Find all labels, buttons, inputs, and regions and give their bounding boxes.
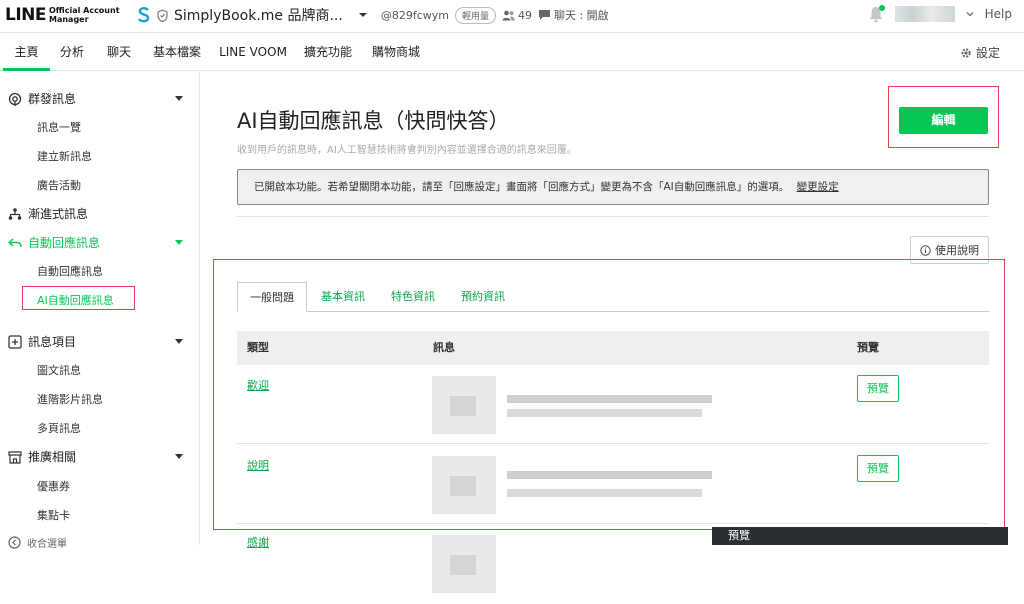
page-title: AI自動回應訊息（快問快答） — [237, 109, 510, 133]
tab-analytics[interactable]: 分析 — [54, 34, 90, 71]
gear-icon — [961, 47, 971, 58]
message-text-blurred — [507, 409, 702, 417]
table-header: 類型 訊息 預覽 — [237, 331, 989, 365]
tab-general-questions[interactable]: 一般問題 — [237, 282, 307, 312]
sidebar-section-message-items[interactable]: 訊息項目 — [8, 333, 76, 350]
sidebar-item-ads[interactable]: 廣告活動 — [37, 177, 81, 193]
sidebar-item-rich-video[interactable]: 進階影片訊息 — [37, 391, 103, 407]
line-oa-logo[interactable]: LINE Official Account Manager — [5, 5, 120, 25]
table-row: 歡迎 預覽 — [237, 365, 989, 444]
page-description: 收到用戶的訊息時，AI人工智慧技術將會判別內容並選擇合適的訊息來回覆。 — [237, 145, 577, 156]
friends-icon — [502, 10, 515, 20]
storefront-icon — [8, 450, 22, 464]
sidebar-section-broadcast[interactable]: 群發訊息 — [8, 90, 76, 107]
tab-reservation-info[interactable]: 預約資訊 — [461, 282, 505, 312]
row-type-link[interactable]: 說明 — [247, 457, 269, 473]
caret-down-icon[interactable] — [175, 454, 183, 459]
plan-badge: 輕用量 — [454, 6, 496, 24]
caret-down-icon — [358, 13, 367, 17]
help-link[interactable]: Help — [985, 7, 1012, 21]
caret-down-icon[interactable] — [175, 240, 183, 245]
chat-status[interactable]: 聊天 : 開啟 — [538, 7, 609, 23]
tab-basic-info[interactable]: 基本資訊 — [321, 282, 365, 312]
logo-text: LINE — [5, 5, 47, 25]
highlight-box — [22, 286, 135, 310]
message-thumbnail-blurred — [432, 456, 496, 514]
message-text-blurred — [507, 471, 712, 479]
sidebar-item-rich-message[interactable]: 圖文訊息 — [37, 362, 81, 378]
sidebar-section-auto-reply[interactable]: 自動回應訊息 — [8, 234, 100, 251]
logo-subtitle: Official Account Manager — [49, 6, 120, 24]
preview-button[interactable]: 預覽 — [857, 375, 899, 402]
info-icon — [920, 244, 931, 256]
bell-icon — [869, 5, 885, 23]
sidebar-item-create-message[interactable]: 建立新訊息 — [37, 148, 92, 164]
verified-shield-icon — [157, 8, 168, 22]
message-text-blurred — [507, 395, 712, 403]
tab-shopping[interactable]: 購物商城 — [367, 34, 425, 71]
chat-bubble-icon — [538, 10, 550, 20]
tab-profile[interactable]: 基本檔案 — [148, 34, 206, 71]
top-right-controls: Help — [867, 5, 1012, 23]
sidebar-item-coupon[interactable]: 優惠券 — [37, 478, 70, 494]
add-box-icon — [8, 334, 22, 349]
caret-down-icon[interactable] — [175, 339, 183, 344]
flow-tree-icon — [8, 207, 22, 220]
simplybook-logo-icon — [138, 7, 150, 23]
sidebar-section-promotion[interactable]: 推廣相關 — [8, 448, 76, 465]
reply-arrow-icon — [8, 237, 22, 247]
broadcast-icon — [8, 92, 22, 106]
tab-extensions[interactable]: 擴充功能 — [299, 34, 357, 71]
settings-link[interactable]: 設定 — [960, 34, 1000, 71]
sidebar: 群發訊息 訊息一覽 建立新訊息 廣告活動 漸進式訊息 自動回應訊息 自動回應訊息… — [0, 72, 200, 550]
caret-down-icon[interactable] — [175, 96, 183, 101]
preview-button[interactable]: 預覽 — [857, 455, 899, 482]
friends-count: 49 — [502, 9, 532, 22]
notice-text: 已開啟本功能。若希望關閉本功能，請至「回應設定」畫面將「回應方式」變更為不含「A… — [254, 181, 790, 193]
account-name: SimplyBook.me 品牌商... — [174, 8, 343, 24]
sidebar-item-card-message[interactable]: 多頁訊息 — [37, 420, 81, 436]
collapse-menu-button[interactable]: 收合選單 — [8, 535, 67, 550]
top-bar: LINE Official Account Manager SimplyBook… — [0, 0, 1024, 33]
message-thumbnail-blurred — [432, 535, 496, 593]
column-type: 類型 — [247, 341, 269, 354]
tab-chat[interactable]: 聊天 — [101, 34, 137, 71]
tab-feature-info[interactable]: 特色資訊 — [391, 282, 435, 312]
row-type-link[interactable]: 歡迎 — [247, 377, 269, 393]
divider — [237, 216, 989, 217]
tab-line-voom[interactable]: LINE VOOM — [216, 34, 290, 71]
message-thumbnail-blurred — [432, 376, 496, 434]
user-avatar-blurred[interactable] — [894, 6, 955, 22]
main-nav: 主頁 分析 聊天 基本檔案 LINE VOOM 擴充功能 購物商城 設定 — [0, 34, 1024, 71]
sidebar-item-auto-reply[interactable]: 自動回應訊息 — [37, 263, 103, 279]
notification-bell-button[interactable] — [867, 5, 885, 23]
account-id: @829fcwym — [380, 8, 449, 22]
collapse-icon — [8, 536, 21, 549]
column-message: 訊息 — [433, 341, 455, 354]
chevron-down-icon[interactable] — [965, 9, 975, 19]
tab-home[interactable]: 主頁 — [3, 34, 50, 71]
change-settings-link[interactable]: 變更設定 — [797, 181, 839, 193]
row-type-link[interactable]: 感謝 — [247, 534, 269, 550]
table-row: 說明 預覽 — [237, 445, 989, 524]
sidebar-item-reward-card[interactable]: 集點卡 — [37, 507, 70, 523]
highlight-box — [888, 86, 999, 148]
preview-panel[interactable]: 預覽 — [712, 527, 1008, 545]
account-switcher[interactable]: SimplyBook.me 品牌商... @829fcwym 輕用量 49 聊天… — [137, 4, 609, 26]
sidebar-section-step-messages[interactable]: 漸進式訊息 — [8, 205, 88, 222]
sidebar-item-message-list[interactable]: 訊息一覽 — [37, 119, 81, 135]
status-notice: 已開啟本功能。若希望關閉本功能，請至「回應設定」畫面將「回應方式」變更為不含「A… — [237, 169, 989, 205]
message-text-blurred — [507, 489, 702, 497]
column-preview: 預覽 — [857, 341, 879, 354]
